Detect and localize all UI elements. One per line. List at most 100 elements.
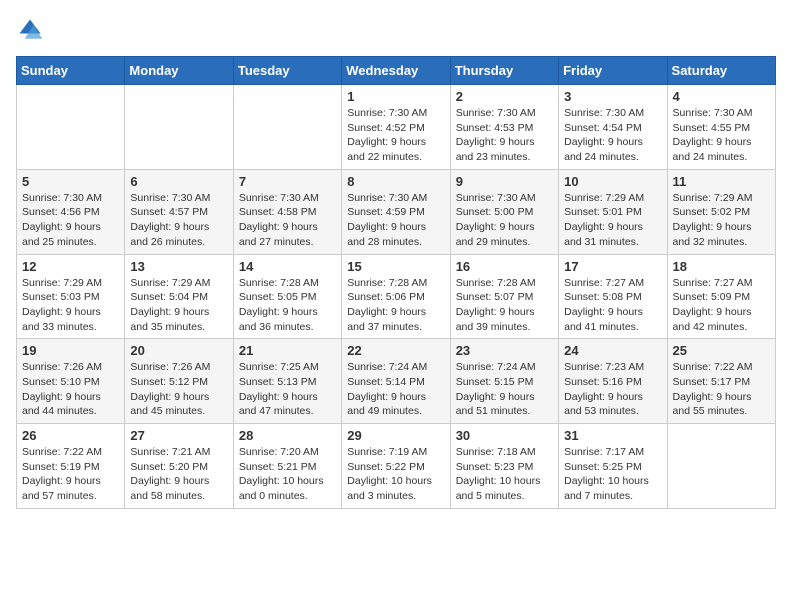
day-number: 18 [673, 259, 770, 274]
day-number: 29 [347, 428, 444, 443]
day-number: 30 [456, 428, 553, 443]
day-info: Sunrise: 7:28 AM Sunset: 5:07 PM Dayligh… [456, 276, 553, 335]
calendar-week-row: 26Sunrise: 7:22 AM Sunset: 5:19 PM Dayli… [17, 424, 776, 509]
day-info: Sunrise: 7:19 AM Sunset: 5:22 PM Dayligh… [347, 445, 444, 504]
day-info: Sunrise: 7:27 AM Sunset: 5:08 PM Dayligh… [564, 276, 661, 335]
day-info: Sunrise: 7:18 AM Sunset: 5:23 PM Dayligh… [456, 445, 553, 504]
day-info: Sunrise: 7:22 AM Sunset: 5:17 PM Dayligh… [673, 360, 770, 419]
logo-icon [16, 16, 44, 44]
calendar-cell: 5Sunrise: 7:30 AM Sunset: 4:56 PM Daylig… [17, 169, 125, 254]
day-number: 25 [673, 343, 770, 358]
day-number: 20 [130, 343, 227, 358]
day-info: Sunrise: 7:30 AM Sunset: 5:00 PM Dayligh… [456, 191, 553, 250]
calendar-cell: 6 Sunrise: 7:30 AM Sunset: 4:57 PM Daylig… [125, 169, 233, 254]
day-info: Sunrise: 7:22 AM Sunset: 5:19 PM Dayligh… [22, 445, 119, 504]
day-number: 6 [130, 174, 227, 189]
calendar-cell: 22 Sunrise: 7:24 AM Sunset: 5:14 PM Dayli… [342, 339, 450, 424]
day-number: 24 [564, 343, 661, 358]
day-info: Sunrise: 7:21 AM Sunset: 5:20 PM Dayligh… [130, 445, 227, 504]
day-info: Sunrise: 7:30 AM Sunset: 4:58 PM Dayligh… [239, 191, 336, 250]
calendar-cell: 21 Sunrise: 7:25 AM Sunset: 5:13 PM Dayli… [233, 339, 341, 424]
calendar-cell: 24 Sunrise: 7:23 AM Sunset: 5:16 PM Dayli… [559, 339, 667, 424]
calendar-cell: 18 Sunrise: 7:27 AM Sunset: 5:09 PM Dayli… [667, 254, 775, 339]
day-info: Sunrise: 7:25 AM Sunset: 5:13 PM Dayligh… [239, 360, 336, 419]
day-info: Sunrise: 7:29 AM Sunset: 5:01 PM Dayligh… [564, 191, 661, 250]
calendar-cell [125, 85, 233, 170]
calendar-cell: 15Sunrise: 7:28 AM Sunset: 5:06 PM Dayli… [342, 254, 450, 339]
day-number: 21 [239, 343, 336, 358]
calendar-week-row: 1 Sunrise: 7:30 AM Sunset: 4:52 PM Daylig… [17, 85, 776, 170]
calendar-week-row: 12 Sunrise: 7:29 AM Sunset: 5:03 PM Dayli… [17, 254, 776, 339]
calendar-cell: 28 Sunrise: 7:20 AM Sunset: 5:21 PM Dayli… [233, 424, 341, 509]
calendar-cell: 20 Sunrise: 7:26 AM Sunset: 5:12 PM Dayli… [125, 339, 233, 424]
day-info: Sunrise: 7:17 AM Sunset: 5:25 PM Dayligh… [564, 445, 661, 504]
day-number: 10 [564, 174, 661, 189]
day-number: 12 [22, 259, 119, 274]
day-info: Sunrise: 7:30 AM Sunset: 4:54 PM Dayligh… [564, 106, 661, 165]
calendar-header-tuesday: Tuesday [233, 57, 341, 85]
day-number: 22 [347, 343, 444, 358]
calendar-cell: 4 Sunrise: 7:30 AM Sunset: 4:55 PM Daylig… [667, 85, 775, 170]
calendar-table: SundayMondayTuesdayWednesdayThursdayFrid… [16, 56, 776, 509]
day-info: Sunrise: 7:28 AM Sunset: 5:05 PM Dayligh… [239, 276, 336, 335]
day-info: Sunrise: 7:29 AM Sunset: 5:04 PM Dayligh… [130, 276, 227, 335]
logo [16, 16, 48, 44]
calendar-cell: 17 Sunrise: 7:27 AM Sunset: 5:08 PM Dayli… [559, 254, 667, 339]
calendar-cell: 29 Sunrise: 7:19 AM Sunset: 5:22 PM Dayli… [342, 424, 450, 509]
calendar-header-wednesday: Wednesday [342, 57, 450, 85]
day-number: 28 [239, 428, 336, 443]
calendar-cell [667, 424, 775, 509]
calendar-cell: 10 Sunrise: 7:29 AM Sunset: 5:01 PM Dayli… [559, 169, 667, 254]
day-info: Sunrise: 7:24 AM Sunset: 5:14 PM Dayligh… [347, 360, 444, 419]
day-info: Sunrise: 7:26 AM Sunset: 5:12 PM Dayligh… [130, 360, 227, 419]
day-number: 13 [130, 259, 227, 274]
day-number: 3 [564, 89, 661, 104]
day-info: Sunrise: 7:30 AM Sunset: 4:57 PM Dayligh… [130, 191, 227, 250]
day-number: 15 [347, 259, 444, 274]
day-number: 9 [456, 174, 553, 189]
day-number: 8 [347, 174, 444, 189]
day-info: Sunrise: 7:30 AM Sunset: 4:53 PM Dayligh… [456, 106, 553, 165]
day-info: Sunrise: 7:30 AM Sunset: 4:55 PM Dayligh… [673, 106, 770, 165]
calendar-cell: 16 Sunrise: 7:28 AM Sunset: 5:07 PM Dayli… [450, 254, 558, 339]
day-info: Sunrise: 7:27 AM Sunset: 5:09 PM Dayligh… [673, 276, 770, 335]
day-number: 16 [456, 259, 553, 274]
day-number: 1 [347, 89, 444, 104]
day-info: Sunrise: 7:30 AM Sunset: 4:56 PM Dayligh… [22, 191, 119, 250]
calendar-week-row: 19Sunrise: 7:26 AM Sunset: 5:10 PM Dayli… [17, 339, 776, 424]
calendar-cell: 1 Sunrise: 7:30 AM Sunset: 4:52 PM Daylig… [342, 85, 450, 170]
day-number: 23 [456, 343, 553, 358]
day-info: Sunrise: 7:30 AM Sunset: 4:52 PM Dayligh… [347, 106, 444, 165]
calendar-cell: 31 Sunrise: 7:17 AM Sunset: 5:25 PM Dayli… [559, 424, 667, 509]
day-info: Sunrise: 7:23 AM Sunset: 5:16 PM Dayligh… [564, 360, 661, 419]
day-info: Sunrise: 7:29 AM Sunset: 5:03 PM Dayligh… [22, 276, 119, 335]
day-number: 2 [456, 89, 553, 104]
calendar-cell: 2 Sunrise: 7:30 AM Sunset: 4:53 PM Daylig… [450, 85, 558, 170]
day-number: 17 [564, 259, 661, 274]
day-info: Sunrise: 7:20 AM Sunset: 5:21 PM Dayligh… [239, 445, 336, 504]
calendar-cell: 23 Sunrise: 7:24 AM Sunset: 5:15 PM Dayli… [450, 339, 558, 424]
day-number: 14 [239, 259, 336, 274]
calendar-header-friday: Friday [559, 57, 667, 85]
calendar-header-monday: Monday [125, 57, 233, 85]
day-number: 7 [239, 174, 336, 189]
calendar-cell: 11Sunrise: 7:29 AM Sunset: 5:02 PM Dayli… [667, 169, 775, 254]
calendar-cell: 3 Sunrise: 7:30 AM Sunset: 4:54 PM Daylig… [559, 85, 667, 170]
calendar-cell: 7 Sunrise: 7:30 AM Sunset: 4:58 PM Daylig… [233, 169, 341, 254]
day-number: 11 [673, 174, 770, 189]
page-header [16, 16, 776, 44]
calendar-cell: 25 Sunrise: 7:22 AM Sunset: 5:17 PM Dayli… [667, 339, 775, 424]
day-number: 27 [130, 428, 227, 443]
day-info: Sunrise: 7:24 AM Sunset: 5:15 PM Dayligh… [456, 360, 553, 419]
calendar-cell: 9 Sunrise: 7:30 AM Sunset: 5:00 PM Daylig… [450, 169, 558, 254]
calendar-cell: 27 Sunrise: 7:21 AM Sunset: 5:20 PM Dayli… [125, 424, 233, 509]
calendar-cell [17, 85, 125, 170]
day-info: Sunrise: 7:26 AM Sunset: 5:10 PM Dayligh… [22, 360, 119, 419]
calendar-cell: 30 Sunrise: 7:18 AM Sunset: 5:23 PM Dayli… [450, 424, 558, 509]
calendar-header-thursday: Thursday [450, 57, 558, 85]
day-number: 4 [673, 89, 770, 104]
calendar-cell: 19Sunrise: 7:26 AM Sunset: 5:10 PM Dayli… [17, 339, 125, 424]
calendar-header-row: SundayMondayTuesdayWednesdayThursdayFrid… [17, 57, 776, 85]
day-number: 31 [564, 428, 661, 443]
day-info: Sunrise: 7:30 AM Sunset: 4:59 PM Dayligh… [347, 191, 444, 250]
